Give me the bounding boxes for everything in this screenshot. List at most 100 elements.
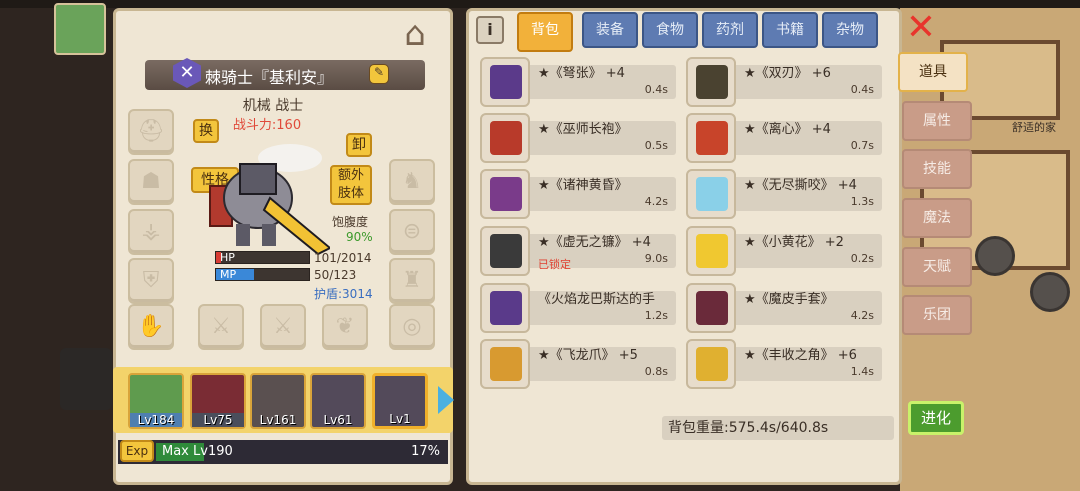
sword-icon: ⚔ [273,314,293,339]
side-tab-magic[interactable]: 魔法 [902,198,972,238]
inventory-item[interactable]: ★《飞龙爪》 +5 0.8s [480,339,676,391]
side-tab-talent[interactable]: 天赋 [902,247,972,287]
exp-bar: Exp Max Lv190 17% [118,440,448,464]
party-member-2[interactable]: Lv75 [190,373,246,429]
tab-potion[interactable]: 药剂 [702,12,758,48]
wing-slot[interactable]: ⚶ [128,209,174,255]
skill-round-button[interactable] [975,236,1015,276]
close-icon[interactable]: ✕ [904,10,938,46]
tab-books[interactable]: 书籍 [762,12,818,48]
inventory-item[interactable]: ★《丰收之角》 +6 1.4s [686,339,882,391]
item-weight: 1.2s [644,309,668,322]
hero-name: 棘骑士『基利安』 [205,70,334,87]
wing-icon: ⚶ [141,219,161,244]
hero-sprite [200,138,332,258]
glove-icon: ✋ [137,314,165,339]
inventory-item[interactable]: ★《弩张》 +4 0.4s [480,57,676,109]
mp-label: MP [220,268,237,281]
party-member-3[interactable]: Lv161 [250,373,306,429]
item-icon [686,57,736,107]
item-weight: 1.4s [850,365,874,378]
item-lock-status: 已锁定 [538,258,571,271]
tab-misc[interactable]: 杂物 [822,12,878,48]
party-next-arrow-icon[interactable] [438,386,454,414]
hp-bar: HP [215,251,310,264]
belt-icon: ⊜ [402,219,422,244]
exp-level-label: Max Lv190 [162,444,233,459]
pet-slot[interactable]: ♞ [389,159,435,205]
item-weight: 0.8s [644,365,668,378]
party-member-level: Lv161 [259,413,297,427]
inventory-item[interactable]: ★《魔皮手套》 4.2s [686,283,882,335]
side-tab-items[interactable]: 道具 [898,52,968,92]
home-location-label: 舒适的家 [1012,121,1056,134]
extra-limb-button[interactable]: 额外 肢体 [330,165,372,205]
hero-class: 机械 战士 [242,98,304,114]
ring-slot[interactable]: ◎ [389,304,435,350]
mp-bar: MP [215,268,310,281]
evolve-button[interactable]: 进化 [908,401,964,435]
item-icon [480,169,530,219]
unequip-button[interactable]: 卸 [346,133,372,157]
inventory-item[interactable]: ★《诸神黄昏》 4.2s [480,169,676,221]
weapon-slot-2[interactable]: ⚔ [260,304,306,350]
inventory-item[interactable]: ★《双刃》 +6 0.4s [686,57,882,109]
satiety-value: 90% [346,230,373,244]
inventory-item[interactable]: ★《巫师长袍》 0.5s [480,113,676,165]
boots-slot[interactable]: ♜ [389,258,435,304]
hp-value: 101/2014 [314,251,372,265]
inventory-item[interactable]: 《火焰龙巴斯达的手 1.2s [480,283,676,335]
mp-value: 50/123 [314,268,357,282]
belt-slot[interactable]: ⊜ [389,209,435,255]
party-member-4[interactable]: Lv61 [310,373,366,429]
item-icon [480,113,530,163]
sword-icon: ⚔ [211,314,231,339]
info-icon[interactable]: i [476,16,504,44]
cape-icon: ☗ [141,169,161,194]
helmet-icon: ⛑ [137,119,165,144]
party-member-1[interactable]: Lv184 [128,373,184,429]
hero-power: 战斗力:160 [232,118,302,133]
item-icon [480,226,530,276]
cape-slot[interactable]: ☗ [128,159,174,205]
hp-label: HP [220,251,235,264]
exp-percent: 17% [411,444,440,459]
helmet-slot[interactable]: ⛑ [128,109,174,155]
item-weight: 0.4s [644,83,668,96]
item-icon [480,57,530,107]
side-tab-skills[interactable]: 技能 [902,149,972,189]
exp-tag: Exp [120,440,154,462]
armor-icon: ⛨ [142,268,160,293]
side-tab-band[interactable]: 乐团 [902,295,972,335]
party-member-level: Lv184 [130,413,182,427]
item-weight: 4.2s [644,195,668,208]
back-arrow-button[interactable] [60,348,112,410]
rename-icon[interactable]: ✎ [369,64,389,84]
tab-equipment[interactable]: 装备 [582,12,638,48]
party-member-level: Lv75 [192,413,244,427]
accessory-slot[interactable]: ❦ [322,304,368,350]
item-icon [480,283,530,333]
pet-icon: ♞ [402,169,422,194]
inventory-item[interactable]: ★《虚无之镰》 +4 9.0s 已锁定 [480,226,676,278]
tab-backpack[interactable]: 背包 [517,12,573,52]
boots-icon: ♜ [402,268,422,293]
wardrobe-hanger-icon[interactable]: ⌂ [383,14,447,58]
party-member-level: Lv1 [389,412,411,426]
player-avatar[interactable] [54,3,106,55]
tab-food[interactable]: 食物 [642,12,698,48]
inventory-item[interactable]: ★《离心》 +4 0.7s [686,113,882,165]
glove-slot[interactable]: ✋ [128,304,174,350]
inventory-item[interactable]: ★《无尽撕咬》 +4 1.3s [686,169,882,221]
item-icon [686,339,736,389]
item-weight: 4.2s [850,309,874,322]
item-icon [686,113,736,163]
weapon-slot-1[interactable]: ⚔ [198,304,244,350]
armor-slot[interactable]: ⛨ [128,258,174,304]
inventory-item[interactable]: ★《小黄花》 +2 0.2s [686,226,882,278]
item-icon [686,283,736,333]
party-member-5[interactable]: Lv1 [372,373,428,429]
item-weight: 0.4s [850,83,874,96]
side-tab-attributes[interactable]: 属性 [902,101,972,141]
attack-round-button[interactable] [1030,272,1070,312]
